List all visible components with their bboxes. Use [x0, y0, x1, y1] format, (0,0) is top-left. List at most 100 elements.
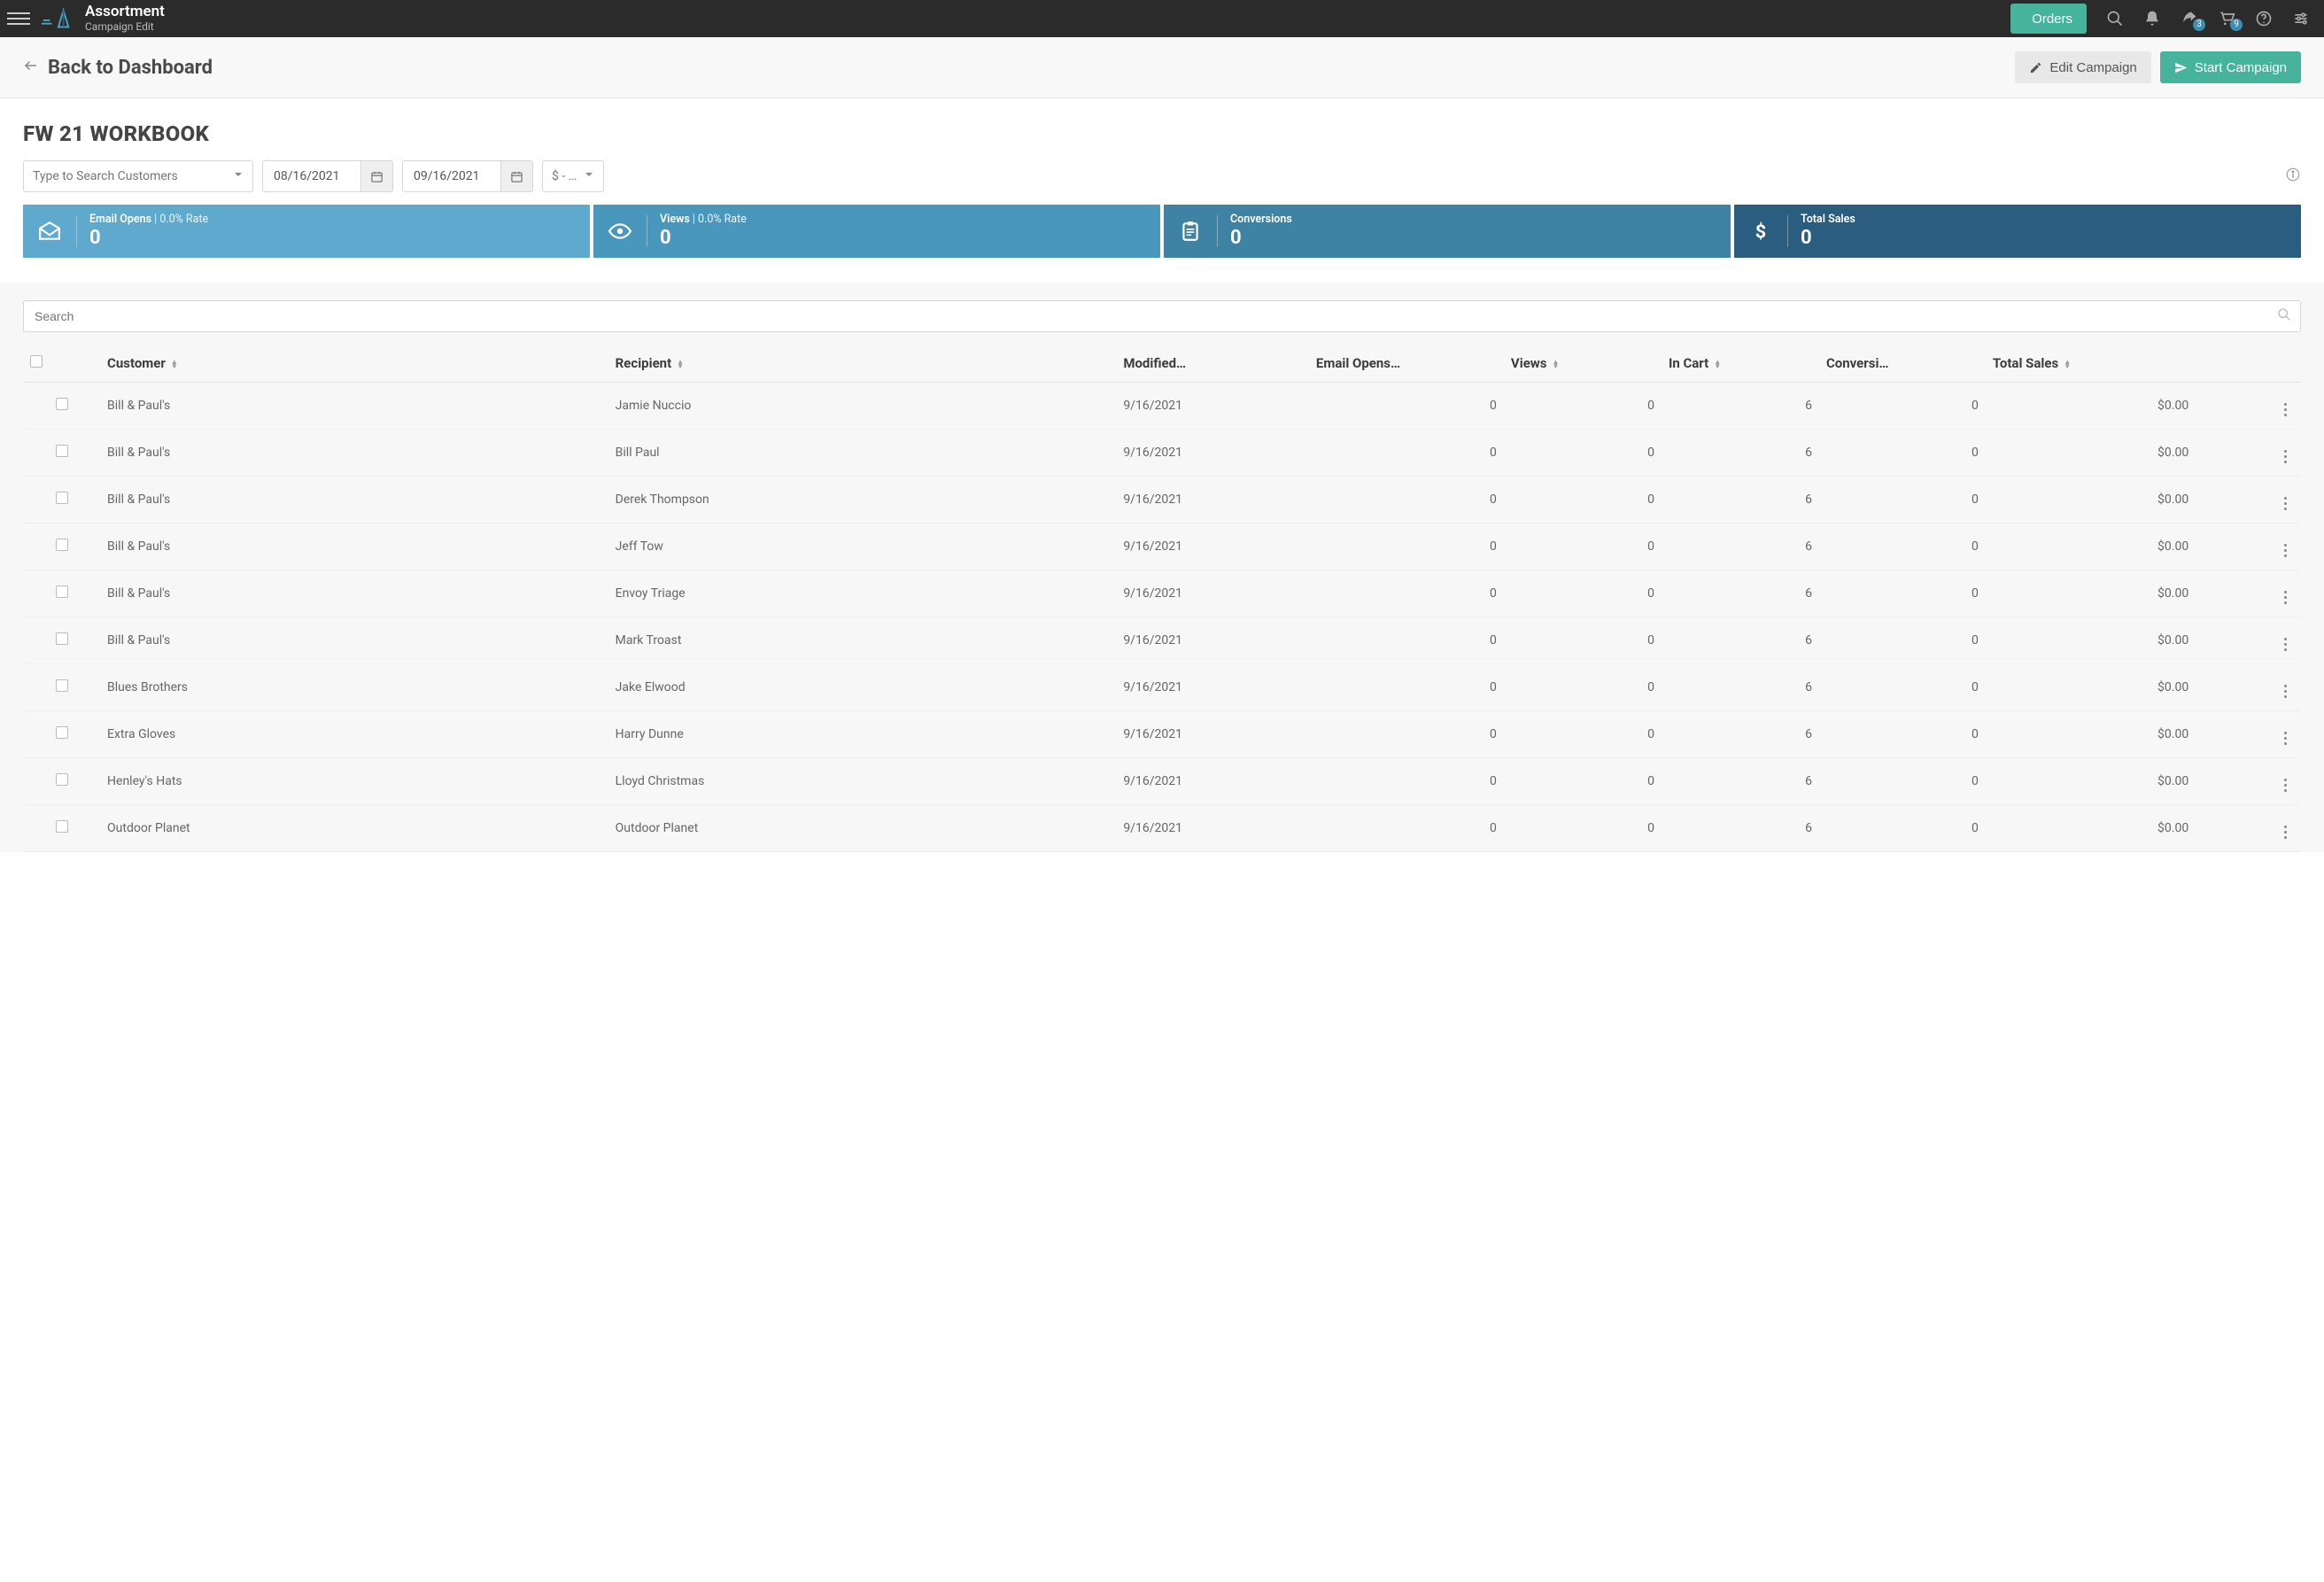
row-menu-icon[interactable]: [2277, 591, 2294, 604]
table-row[interactable]: Bill & Paul'sMark Troast9/16/20210060$0.…: [23, 617, 2301, 664]
row-checkbox[interactable]: [56, 679, 68, 692]
calendar-icon[interactable]: [500, 161, 532, 191]
sliders-icon[interactable]: [2292, 10, 2310, 27]
cell-total-sales: $0.00: [1986, 570, 2196, 617]
date-end-value: 09/16/2021: [403, 169, 500, 183]
column-views[interactable]: Views▲▼: [1504, 345, 1662, 383]
column-checkbox[interactable]: [23, 345, 100, 383]
table-row[interactable]: Outdoor PlanetOutdoor Planet9/16/2021006…: [23, 805, 2301, 852]
help-icon[interactable]: [2255, 10, 2273, 27]
row-menu-icon[interactable]: [2277, 403, 2294, 416]
cell-modified: 9/16/2021: [1116, 617, 1309, 664]
cell-customer: Bill & Paul's: [100, 617, 608, 664]
column-email-opens[interactable]: Email Opens…: [1309, 345, 1504, 383]
sort-icon: ▲▼: [1553, 360, 1560, 368]
row-checkbox[interactable]: [56, 820, 68, 833]
column-in-cart[interactable]: In Cart▲▼: [1662, 345, 1819, 383]
column-recipient[interactable]: Recipient▲▼: [608, 345, 1117, 383]
cell-customer: Blues Brothers: [100, 664, 608, 711]
column-actions: [2196, 345, 2301, 383]
row-checkbox[interactable]: [56, 492, 68, 504]
row-menu-icon[interactable]: [2277, 450, 2294, 463]
stat-total-sales[interactable]: $ Total Sales 0: [1734, 205, 2301, 258]
cell-in-cart: 6: [1662, 383, 1819, 430]
table-row[interactable]: Bill & Paul'sJeff Tow9/16/20210060$0.00: [23, 523, 2301, 570]
cell-email-opens: 0: [1309, 805, 1504, 852]
brand-logo[interactable]: [39, 5, 74, 32]
table-row[interactable]: Bill & Paul'sDerek Thompson9/16/20210060…: [23, 477, 2301, 523]
back-to-dashboard[interactable]: Back to Dashboard: [23, 57, 213, 79]
chevron-down-icon: [233, 169, 244, 183]
table-search[interactable]: [23, 300, 2301, 332]
cell-email-opens: 0: [1309, 664, 1504, 711]
share-badge: 3: [2193, 19, 2205, 31]
stat-conversions[interactable]: Conversions 0: [1164, 205, 1731, 258]
cell-in-cart: 6: [1662, 523, 1819, 570]
cell-conversions: 0: [1819, 430, 1986, 477]
table-row[interactable]: Bill & Paul'sEnvoy Triage9/16/20210060$0…: [23, 570, 2301, 617]
cell-customer: Outdoor Planet: [100, 805, 608, 852]
menu-icon[interactable]: [7, 7, 30, 30]
bell-icon[interactable]: [2143, 10, 2161, 27]
row-checkbox[interactable]: [56, 726, 68, 739]
stat-value: 0: [1801, 227, 1855, 250]
row-menu-icon[interactable]: [2277, 826, 2294, 839]
stat-sub: | 0.0% Rate: [151, 213, 208, 226]
row-menu-icon[interactable]: [2277, 544, 2294, 557]
cell-modified: 9/16/2021: [1116, 805, 1309, 852]
row-menu-icon[interactable]: [2277, 685, 2294, 698]
cell-total-sales: $0.00: [1986, 523, 2196, 570]
calendar-icon[interactable]: [360, 161, 392, 191]
cell-in-cart: 6: [1662, 617, 1819, 664]
chevron-down-icon: [584, 169, 594, 183]
cell-total-sales: $0.00: [1986, 664, 2196, 711]
table-row[interactable]: Extra GlovesHarry Dunne9/16/20210060$0.0…: [23, 711, 2301, 758]
customer-search-combo[interactable]: Type to Search Customers: [23, 160, 253, 192]
info-icon[interactable]: [2285, 167, 2301, 186]
row-checkbox[interactable]: [56, 445, 68, 457]
column-modified[interactable]: Modified…: [1116, 345, 1309, 383]
cart-icon[interactable]: 9: [2218, 10, 2235, 27]
date-start-field[interactable]: 08/16/2021: [262, 160, 393, 192]
table-row[interactable]: Henley's HatsLloyd Christmas9/16/2021006…: [23, 758, 2301, 805]
edit-campaign-label: Edit Campaign: [2049, 60, 2136, 75]
row-menu-icon[interactable]: [2277, 638, 2294, 651]
cell-customer: Bill & Paul's: [100, 570, 608, 617]
column-total-sales[interactable]: Total Sales▲▼: [1986, 345, 2196, 383]
row-checkbox[interactable]: [56, 632, 68, 645]
table-search-input[interactable]: [35, 309, 2289, 323]
cell-in-cart: 6: [1662, 664, 1819, 711]
cell-recipient: Derek Thompson: [608, 477, 1117, 523]
row-menu-icon[interactable]: [2277, 732, 2294, 745]
row-checkbox[interactable]: [56, 773, 68, 786]
cell-views: 0: [1504, 758, 1662, 805]
row-menu-icon[interactable]: [2277, 497, 2294, 510]
table-row[interactable]: Bill & Paul'sJamie Nuccio9/16/20210060$0…: [23, 383, 2301, 430]
cell-modified: 9/16/2021: [1116, 430, 1309, 477]
start-campaign-button[interactable]: Start Campaign: [2160, 51, 2301, 83]
cell-modified: 9/16/2021: [1116, 664, 1309, 711]
row-checkbox[interactable]: [56, 585, 68, 598]
row-checkbox[interactable]: [56, 539, 68, 551]
edit-campaign-button[interactable]: Edit Campaign: [2015, 51, 2150, 83]
column-conversions[interactable]: Conversi…: [1819, 345, 1986, 383]
share-icon[interactable]: 3: [2181, 10, 2198, 27]
cell-modified: 9/16/2021: [1116, 758, 1309, 805]
orders-button[interactable]: Orders: [2010, 4, 2087, 34]
row-checkbox[interactable]: [56, 398, 68, 410]
row-menu-icon[interactable]: [2277, 779, 2294, 792]
checkbox[interactable]: [30, 355, 43, 368]
date-end-field[interactable]: 09/16/2021: [402, 160, 533, 192]
app-subtitle: Campaign Edit: [85, 21, 165, 34]
cell-recipient: Bill Paul: [608, 430, 1117, 477]
cell-recipient: Jamie Nuccio: [608, 383, 1117, 430]
search-icon[interactable]: [2106, 10, 2124, 27]
table-row[interactable]: Bill & Paul'sBill Paul9/16/20210060$0.00: [23, 430, 2301, 477]
cell-email-opens: 0: [1309, 711, 1504, 758]
stat-email-opens[interactable]: Email Opens | 0.0% Rate 0: [23, 205, 590, 258]
table-row[interactable]: Blues BrothersJake Elwood9/16/20210060$0…: [23, 664, 2301, 711]
stat-views[interactable]: Views | 0.0% Rate 0: [593, 205, 1160, 258]
currency-combo[interactable]: $ - …: [542, 160, 604, 192]
column-customer[interactable]: Customer▲▼: [100, 345, 608, 383]
cell-modified: 9/16/2021: [1116, 383, 1309, 430]
